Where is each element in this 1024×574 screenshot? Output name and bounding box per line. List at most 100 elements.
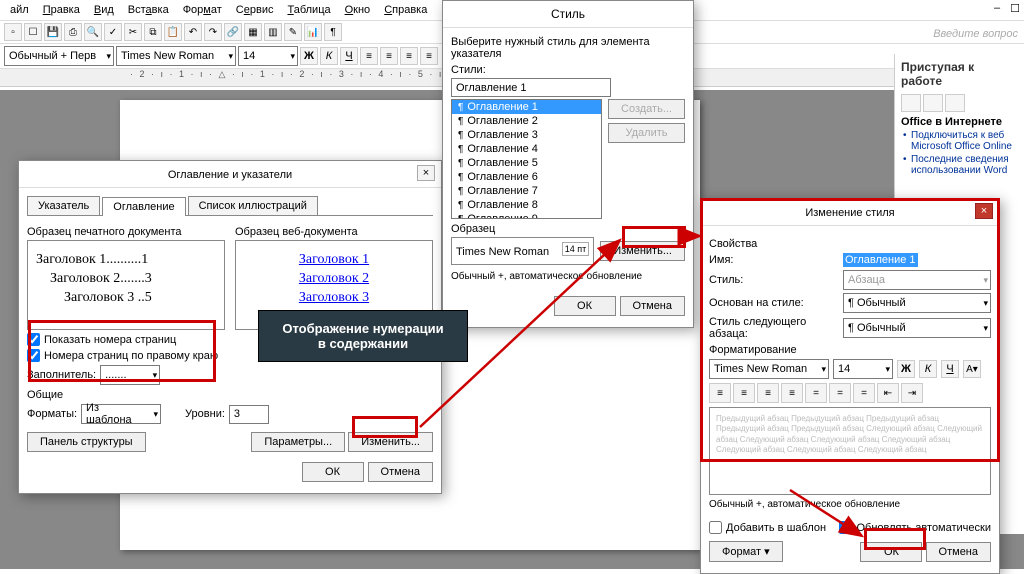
close-icon[interactable]: ×	[417, 165, 435, 181]
list-item[interactable]: Оглавление 4	[452, 142, 601, 156]
ok-button[interactable]: ОК	[554, 296, 616, 316]
cut-icon[interactable]: ✂	[124, 23, 142, 41]
tab-index[interactable]: Указатель	[27, 196, 100, 215]
bold-icon[interactable]: Ж	[897, 360, 915, 378]
copy-icon[interactable]: ⧉	[144, 23, 162, 41]
styles-listbox[interactable]: Оглавление 1 Оглавление 2 Оглавление 3 О…	[451, 99, 602, 219]
back-icon[interactable]	[901, 94, 921, 112]
align-right-icon[interactable]: ≡	[757, 383, 779, 403]
font-combo[interactable]: Times New Roman	[709, 359, 829, 379]
indent-dec-icon[interactable]: ⇤	[877, 383, 899, 403]
cancel-button[interactable]: Отмена	[620, 296, 685, 316]
params-button[interactable]: Параметры...	[251, 432, 345, 452]
style-combo[interactable]: Обычный + Перв	[4, 46, 114, 66]
fill-combo[interactable]: .......	[100, 365, 160, 385]
cancel-button[interactable]: Отмена	[368, 462, 433, 482]
menu-edit[interactable]: ППравкаравка	[37, 2, 86, 18]
align-right-icon[interactable]: ≡	[400, 47, 418, 65]
modify-button[interactable]: Изменить...	[348, 432, 433, 452]
cancel-button[interactable]: Отмена	[926, 542, 991, 562]
general-label: Общие	[27, 389, 433, 401]
print-preview-label: Образец печатного документа	[27, 226, 225, 238]
style-type-label: Стиль:	[709, 274, 839, 286]
indent-inc-icon[interactable]: ⇥	[901, 383, 923, 403]
justify-icon[interactable]: ≡	[781, 383, 803, 403]
menu-table[interactable]: Таблица	[281, 2, 336, 18]
align-center-icon[interactable]: ≡	[733, 383, 755, 403]
menu-view[interactable]: Вид	[88, 2, 120, 18]
props-label: Свойства	[709, 238, 991, 250]
paste-icon[interactable]: 📋	[164, 23, 182, 41]
style-current-input[interactable]	[451, 78, 611, 97]
formats-label: Форматы:	[27, 408, 77, 420]
bold-icon[interactable]: Ж	[300, 47, 318, 65]
spell-icon[interactable]: ✓	[104, 23, 122, 41]
ok-button[interactable]: ОК	[860, 542, 922, 562]
list-item[interactable]: Оглавление 9	[452, 212, 601, 219]
add-template-checkbox[interactable]: Добавить в шаблон	[709, 521, 826, 534]
menu-file[interactable]: айл	[4, 2, 35, 18]
name-input[interactable]: Оглавление 1	[843, 253, 918, 267]
taskpane-link-connect[interactable]: Подключиться к веб Microsoft Office Onli…	[911, 130, 1018, 152]
redo-icon[interactable]: ↷	[204, 23, 222, 41]
menu-insert[interactable]: Вставка	[122, 2, 175, 18]
menu-window[interactable]: Окно	[339, 2, 377, 18]
list-item[interactable]: Оглавление 6	[452, 170, 601, 184]
tab-toc[interactable]: Оглавление	[102, 197, 185, 216]
menu-help[interactable]: Справка	[378, 2, 433, 18]
levels-input[interactable]	[229, 405, 269, 424]
size-combo[interactable]: 14	[833, 359, 893, 379]
auto-update-checkbox[interactable]: Обновлять автоматически	[839, 521, 991, 534]
font-combo[interactable]: Times New Roman	[116, 46, 236, 66]
open-icon[interactable]: ☐	[24, 23, 42, 41]
formats-combo[interactable]: Из шаблона	[81, 404, 161, 424]
new-icon[interactable]: ▫	[4, 23, 22, 41]
style-dialog-title: Стиль	[443, 1, 693, 28]
spacing-15-icon[interactable]: =	[829, 383, 851, 403]
menu-format[interactable]: Формат	[177, 2, 228, 18]
save-icon[interactable]: 💾	[44, 23, 62, 41]
columns-icon[interactable]: ▥	[264, 23, 282, 41]
italic-icon[interactable]: К	[919, 360, 937, 378]
structure-button[interactable]: Панель структуры	[27, 432, 146, 452]
list-item[interactable]: Оглавление 1	[452, 100, 601, 114]
delete-button: Удалить	[608, 123, 685, 143]
taskpane-link-news[interactable]: Последние сведения использовании Word	[911, 154, 1018, 176]
align-center-icon[interactable]: ≡	[380, 47, 398, 65]
list-item[interactable]: Оглавление 7	[452, 184, 601, 198]
menu-tools[interactable]: Сервис	[230, 2, 280, 18]
preview-icon[interactable]: 🔍	[84, 23, 102, 41]
drawing-icon[interactable]: ✎	[284, 23, 302, 41]
list-item[interactable]: Оглавление 8	[452, 198, 601, 212]
undo-icon[interactable]: ↶	[184, 23, 202, 41]
size-combo[interactable]: 14	[238, 46, 298, 66]
para-icon[interactable]: ¶	[324, 23, 342, 41]
fwd-icon[interactable]	[923, 94, 943, 112]
color-icon[interactable]: A▾	[963, 360, 981, 378]
link-icon[interactable]: 🔗	[224, 23, 242, 41]
list-item[interactable]: Оглавление 2	[452, 114, 601, 128]
modify-style-button[interactable]: Изменить...	[600, 241, 685, 261]
ok-button[interactable]: ОК	[302, 462, 364, 482]
align-left-icon[interactable]: ≡	[360, 47, 378, 65]
italic-icon[interactable]: К	[320, 47, 338, 65]
close-icon[interactable]: ×	[975, 203, 993, 219]
format-button[interactable]: Формат ▾	[709, 541, 783, 562]
spacing-1-icon[interactable]: =	[805, 383, 827, 403]
align-left-icon[interactable]: ≡	[709, 383, 731, 403]
spacing-2-icon[interactable]: =	[853, 383, 875, 403]
list-item[interactable]: Оглавление 3	[452, 128, 601, 142]
underline-icon[interactable]: Ч	[941, 360, 959, 378]
next-style-combo[interactable]: ¶ Обычный	[843, 318, 991, 338]
justify-icon[interactable]: ≡	[420, 47, 438, 65]
sample-box: Times New Roman 14 пт	[451, 237, 594, 265]
underline-icon[interactable]: Ч	[340, 47, 358, 65]
chart-icon[interactable]: 📊	[304, 23, 322, 41]
tab-illustrations[interactable]: Список иллюстраций	[188, 196, 318, 215]
print-icon[interactable]: ⎙	[64, 23, 82, 41]
help-search[interactable]: Введите вопрос	[933, 28, 1018, 40]
table-icon[interactable]: ▦	[244, 23, 262, 41]
home-icon[interactable]	[945, 94, 965, 112]
based-on-combo[interactable]: ¶ Обычный	[843, 293, 991, 313]
list-item[interactable]: Оглавление 5	[452, 156, 601, 170]
